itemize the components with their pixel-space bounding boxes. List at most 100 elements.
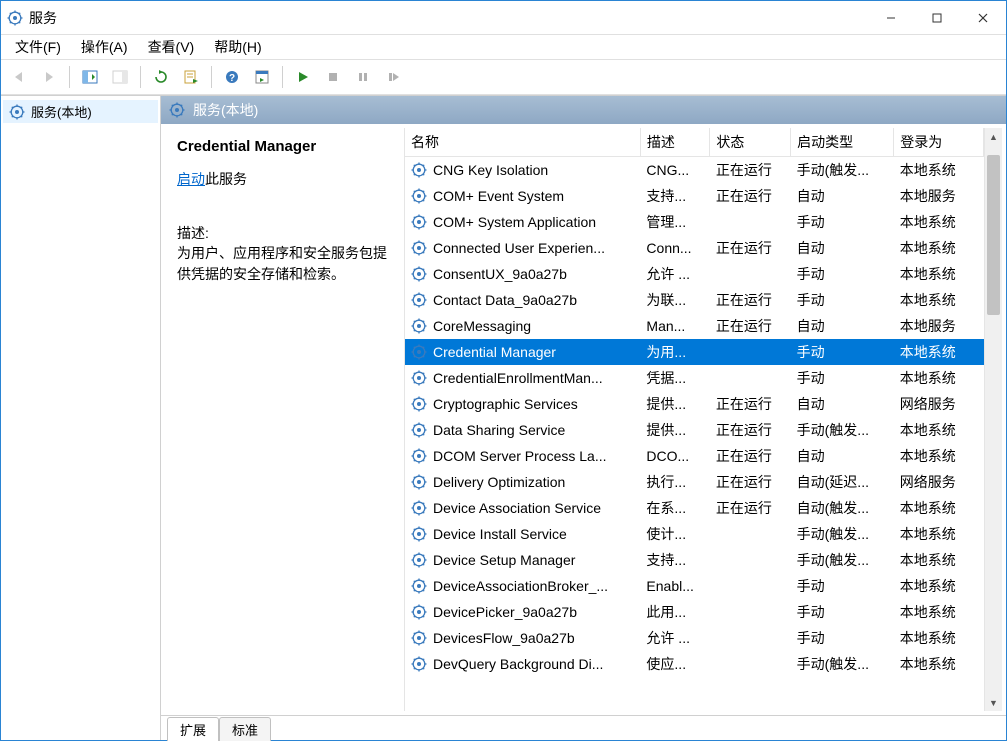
properties-button[interactable] xyxy=(248,63,276,91)
desc-label: 描述: xyxy=(177,223,392,243)
service-desc: 允许 ... xyxy=(640,625,710,651)
maximize-button[interactable] xyxy=(914,2,960,34)
table-row[interactable]: DeviceAssociationBroker_...Enabl...手动本地系… xyxy=(405,573,984,599)
table-row[interactable]: ConsentUX_9a0a27b允许 ...手动本地系统 xyxy=(405,261,984,287)
stop-service-button[interactable] xyxy=(319,63,347,91)
service-logon: 本地系统 xyxy=(894,625,984,651)
service-name: DeviceAssociationBroker_... xyxy=(433,578,608,594)
service-name: COM+ Event System xyxy=(433,188,564,204)
table-row[interactable]: Credential Manager为用...手动本地系统 xyxy=(405,339,984,365)
table-row[interactable]: DCOM Server Process La...DCO...正在运行自动本地系… xyxy=(405,443,984,469)
scroll-track[interactable] xyxy=(985,145,1002,694)
pause-service-button[interactable] xyxy=(349,63,377,91)
col-startup[interactable]: 启动类型 xyxy=(791,128,894,157)
menu-file[interactable]: 文件(F) xyxy=(5,35,71,59)
service-desc: DCO... xyxy=(640,443,710,469)
col-name[interactable]: 名称 xyxy=(405,128,640,157)
toolbar: ? xyxy=(1,59,1006,95)
table-row[interactable]: DevicesFlow_9a0a27b允许 ...手动本地系统 xyxy=(405,625,984,651)
service-desc: Conn... xyxy=(640,235,710,261)
close-button[interactable] xyxy=(960,2,1006,34)
col-desc[interactable]: 描述 xyxy=(640,128,710,157)
desc-text: 为用户、应用程序和安全服务包提供凭据的安全存储和检索。 xyxy=(177,243,392,285)
service-status: 正在运行 xyxy=(710,287,791,313)
tree-item-services-local[interactable]: 服务(本地) xyxy=(3,100,158,123)
service-name: ConsentUX_9a0a27b xyxy=(433,266,567,282)
minimize-button[interactable] xyxy=(868,2,914,34)
service-startup: 自动(触发... xyxy=(791,495,894,521)
service-startup: 自动 xyxy=(791,391,894,417)
gear-icon xyxy=(9,104,25,120)
service-startup: 自动 xyxy=(791,313,894,339)
service-startup: 手动(触发... xyxy=(791,157,894,184)
gear-icon xyxy=(411,162,427,178)
service-name: DevQuery Background Di... xyxy=(433,656,603,672)
service-status xyxy=(710,209,791,235)
service-logon: 本地系统 xyxy=(894,547,984,573)
col-logon[interactable]: 登录为 xyxy=(894,128,984,157)
forward-button[interactable] xyxy=(35,63,63,91)
table-row[interactable]: Device Association Service在系...正在运行自动(触发… xyxy=(405,495,984,521)
back-button[interactable] xyxy=(5,63,33,91)
table-row[interactable]: DevQuery Background Di...使应...手动(触发...本地… xyxy=(405,651,984,677)
gear-icon xyxy=(411,214,427,230)
vertical-scrollbar[interactable]: ▲ ▼ xyxy=(984,128,1002,711)
gear-icon xyxy=(411,526,427,542)
show-hide-tree-button[interactable] xyxy=(76,63,104,91)
gear-icon xyxy=(411,344,427,360)
table-row[interactable]: DevicePicker_9a0a27b此用...手动本地系统 xyxy=(405,599,984,625)
table-row[interactable]: Device Setup Manager支持...手动(触发...本地系统 xyxy=(405,547,984,573)
service-logon: 网络服务 xyxy=(894,391,984,417)
detail-pane: Credential Manager 启动此服务 描述: 为用户、应用程序和安全… xyxy=(165,128,405,711)
service-startup: 手动 xyxy=(791,365,894,391)
start-service-line: 启动此服务 xyxy=(177,169,392,189)
tab-extended[interactable]: 扩展 xyxy=(167,717,219,741)
service-startup: 手动 xyxy=(791,339,894,365)
table-row[interactable]: CredentialEnrollmentMan...凭据...手动本地系统 xyxy=(405,365,984,391)
service-logon: 本地系统 xyxy=(894,443,984,469)
table-row[interactable]: CoreMessagingMan...正在运行自动本地服务 xyxy=(405,313,984,339)
table-row[interactable]: COM+ Event System支持...正在运行自动本地服务 xyxy=(405,183,984,209)
restart-service-button[interactable] xyxy=(379,63,407,91)
service-status xyxy=(710,521,791,547)
table-row[interactable]: Cryptographic Services提供...正在运行自动网络服务 xyxy=(405,391,984,417)
service-name: DCOM Server Process La... xyxy=(433,448,607,464)
service-name: COM+ System Application xyxy=(433,214,596,230)
service-logon: 网络服务 xyxy=(894,469,984,495)
tab-standard[interactable]: 标准 xyxy=(219,717,271,741)
start-service-button[interactable] xyxy=(289,63,317,91)
menu-view[interactable]: 查看(V) xyxy=(138,35,205,59)
table-row[interactable]: Connected User Experien...Conn...正在运行自动本… xyxy=(405,235,984,261)
service-desc: 使计... xyxy=(640,521,710,547)
gear-icon xyxy=(411,448,427,464)
app-icon xyxy=(7,10,23,26)
table-row[interactable]: Delivery Optimization执行...正在运行自动(延迟...网络… xyxy=(405,469,984,495)
table-row[interactable]: Device Install Service使计...手动(触发...本地系统 xyxy=(405,521,984,547)
service-logon: 本地系统 xyxy=(894,417,984,443)
refresh-button[interactable] xyxy=(147,63,175,91)
gear-icon xyxy=(411,396,427,412)
service-status: 正在运行 xyxy=(710,157,791,184)
service-list[interactable]: 名称 描述 状态 启动类型 登录为 CNG Key IsolationCNG..… xyxy=(405,128,984,711)
svg-text:?: ? xyxy=(229,73,235,84)
help-button[interactable]: ? xyxy=(218,63,246,91)
service-name: Device Install Service xyxy=(433,526,567,542)
service-logon: 本地系统 xyxy=(894,651,984,677)
table-row[interactable]: Data Sharing Service提供...正在运行手动(触发...本地系… xyxy=(405,417,984,443)
service-desc: 为联... xyxy=(640,287,710,313)
scroll-up-button[interactable]: ▲ xyxy=(985,128,1002,145)
export-list-button[interactable] xyxy=(177,63,205,91)
scroll-thumb[interactable] xyxy=(987,155,1000,315)
table-row[interactable]: Contact Data_9a0a27b为联...正在运行手动本地系统 xyxy=(405,287,984,313)
menubar: 文件(F) 操作(A) 查看(V) 帮助(H) xyxy=(1,35,1006,59)
col-status[interactable]: 状态 xyxy=(710,128,791,157)
menu-help[interactable]: 帮助(H) xyxy=(204,35,271,59)
start-service-link[interactable]: 启动 xyxy=(177,171,205,187)
scroll-down-button[interactable]: ▼ xyxy=(985,694,1002,711)
show-hide-actions-button[interactable] xyxy=(106,63,134,91)
menu-action[interactable]: 操作(A) xyxy=(71,35,138,59)
table-row[interactable]: CNG Key IsolationCNG...正在运行手动(触发...本地系统 xyxy=(405,157,984,184)
table-row[interactable]: COM+ System Application管理...手动本地系统 xyxy=(405,209,984,235)
service-desc: 允许 ... xyxy=(640,261,710,287)
service-status xyxy=(710,651,791,677)
